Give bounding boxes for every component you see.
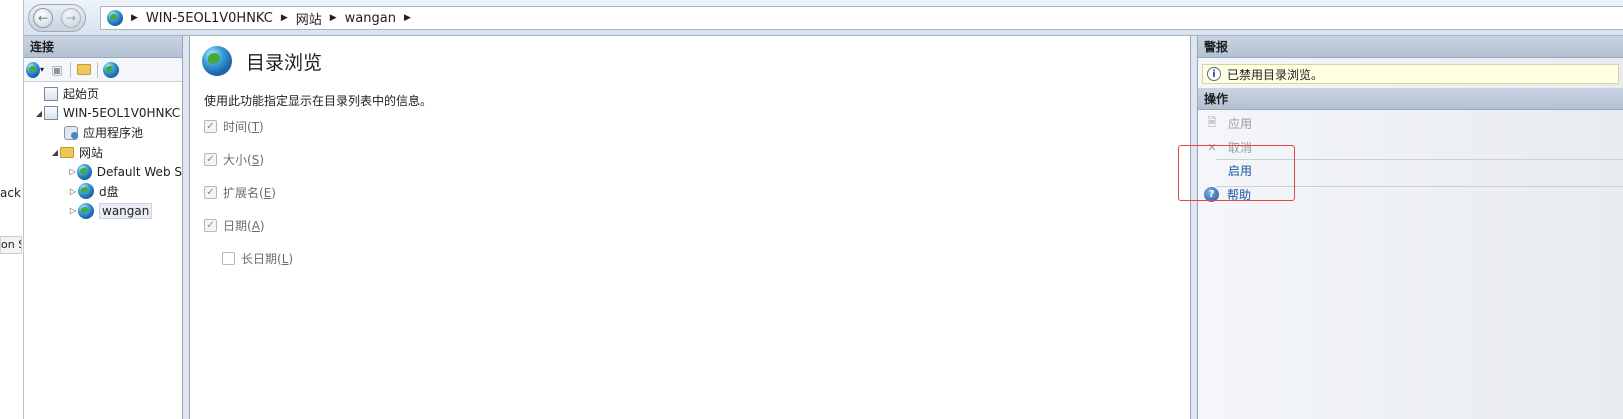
option-date[interactable]: ✓ 日期(A) <box>204 217 265 234</box>
actions-pane: 警报 i 已禁用目录浏览。 操作 🗎 应用 ✕ 取消 启用 ? 帮助 <box>1197 36 1623 419</box>
up-folder-icon[interactable] <box>75 61 93 79</box>
help-icon: ? <box>1204 186 1219 202</box>
expand-arrow-icon[interactable]: ▷ <box>68 187 78 196</box>
apply-action[interactable]: 🗎 应用 <box>1198 112 1623 136</box>
expand-arrow-icon[interactable]: ▷ <box>68 167 77 176</box>
connections-header: 连接 <box>24 36 182 58</box>
app-pool-icon <box>64 125 78 140</box>
address-bar: ← → ▶ WIN-5EOL1V0HNKC ▶ 网站 ▶ wangan ▶ <box>24 0 1623 36</box>
sites-folder-icon <box>60 146 74 158</box>
page-title: 目录浏览 <box>246 51 323 74</box>
start-page-icon <box>44 86 58 101</box>
tree-item-default-web-site[interactable]: ▷ Default Web S <box>24 162 182 182</box>
tree-item-app-pools[interactable]: 应用程序池 <box>24 123 182 143</box>
nav-buttons: ← → <box>28 4 86 32</box>
chevron-right-icon[interactable]: ▶ <box>330 13 337 23</box>
alert-message: i 已禁用目录浏览。 <box>1202 64 1619 84</box>
cancel-action[interactable]: ✕ 取消 <box>1198 136 1623 160</box>
globe-icon <box>78 202 94 219</box>
cut-off-text: ack <box>0 186 21 200</box>
save-icon[interactable]: ▣ <box>48 61 66 79</box>
breadcrumb-site[interactable]: wangan <box>345 11 396 26</box>
iis-manager-window: ← → ▶ WIN-5EOL1V0HNKC ▶ 网站 ▶ wangan ▶ 连接… <box>24 0 1623 419</box>
globe-icon <box>77 163 92 180</box>
breadcrumb[interactable]: ▶ WIN-5EOL1V0HNKC ▶ 网站 ▶ wangan ▶ <box>100 6 1623 30</box>
apply-icon: 🗎 <box>1207 116 1217 130</box>
connect-globe-icon[interactable]: ▾ <box>26 61 44 79</box>
extension-checkbox[interactable]: ✓ <box>204 186 217 199</box>
actions-header: 操作 <box>1198 88 1623 110</box>
option-long-date[interactable]: 长日期(L) <box>222 250 293 267</box>
chevron-right-icon[interactable]: ▶ <box>404 13 411 23</box>
chevron-right-icon[interactable]: ▶ <box>281 13 288 23</box>
info-icon: i <box>1207 67 1221 81</box>
feature-title-area: 目录浏览 <box>202 46 322 76</box>
server-icon <box>44 106 58 121</box>
feature-description: 使用此功能指定显示在目录列表中的信息。 <box>204 94 433 108</box>
breadcrumb-sites[interactable]: 网站 <box>296 9 322 28</box>
alerts-header: 警报 <box>1198 36 1623 58</box>
back-arrow-icon[interactable]: ← <box>33 8 53 28</box>
directory-browsing-globe-icon <box>202 46 232 76</box>
breadcrumb-server[interactable]: WIN-5EOL1V0HNKC <box>146 11 273 26</box>
cut-off-button[interactable]: on S <box>0 236 22 254</box>
tree-item-d-drive[interactable]: ▷ d盘 <box>24 182 182 202</box>
option-time[interactable]: ✓ 时间(T) <box>204 118 264 135</box>
collapse-arrow-icon[interactable]: ◢ <box>34 109 44 118</box>
forward-arrow-icon[interactable]: → <box>61 8 81 28</box>
option-extension[interactable]: ✓ 扩展名(E) <box>204 184 276 201</box>
enable-action[interactable]: 启用 <box>1198 159 1623 183</box>
tree-item-sites[interactable]: ◢ 网站 <box>24 143 182 163</box>
cancel-icon: ✕ <box>1207 140 1217 154</box>
connections-toolbar: ▾ ▣ <box>24 58 182 82</box>
globe-icon <box>78 183 94 200</box>
tree-item-server[interactable]: ◢ WIN-5EOL1V0HNKC <box>24 104 182 124</box>
background-window-edge: ack on S <box>0 0 24 419</box>
tree-item-wangan[interactable]: ▷ wangan <box>24 201 182 221</box>
option-size[interactable]: ✓ 大小(S) <box>204 151 264 168</box>
connections-pane: 连接 ▾ ▣ 起始页 ◢ WIN-5EOL1V0HNKC 应用程序池 ◢ 网站 … <box>24 36 183 419</box>
date-checkbox[interactable]: ✓ <box>204 219 217 232</box>
size-checkbox[interactable]: ✓ <box>204 153 217 166</box>
feature-content: 目录浏览 使用此功能指定显示在目录列表中的信息。 ✓ 时间(T) ✓ 大小(S)… <box>189 36 1191 419</box>
disconnect-icon[interactable] <box>102 61 120 79</box>
globe-icon <box>107 10 123 26</box>
time-checkbox[interactable]: ✓ <box>204 120 217 133</box>
expand-arrow-icon[interactable]: ▷ <box>68 206 78 215</box>
chevron-right-icon[interactable]: ▶ <box>131 13 138 23</box>
tree-item-start-page[interactable]: 起始页 <box>24 84 182 104</box>
long-date-checkbox[interactable] <box>222 252 235 265</box>
collapse-arrow-icon[interactable]: ◢ <box>50 148 60 157</box>
connections-tree: 起始页 ◢ WIN-5EOL1V0HNKC 应用程序池 ◢ 网站 ▷ Defau… <box>24 82 182 221</box>
